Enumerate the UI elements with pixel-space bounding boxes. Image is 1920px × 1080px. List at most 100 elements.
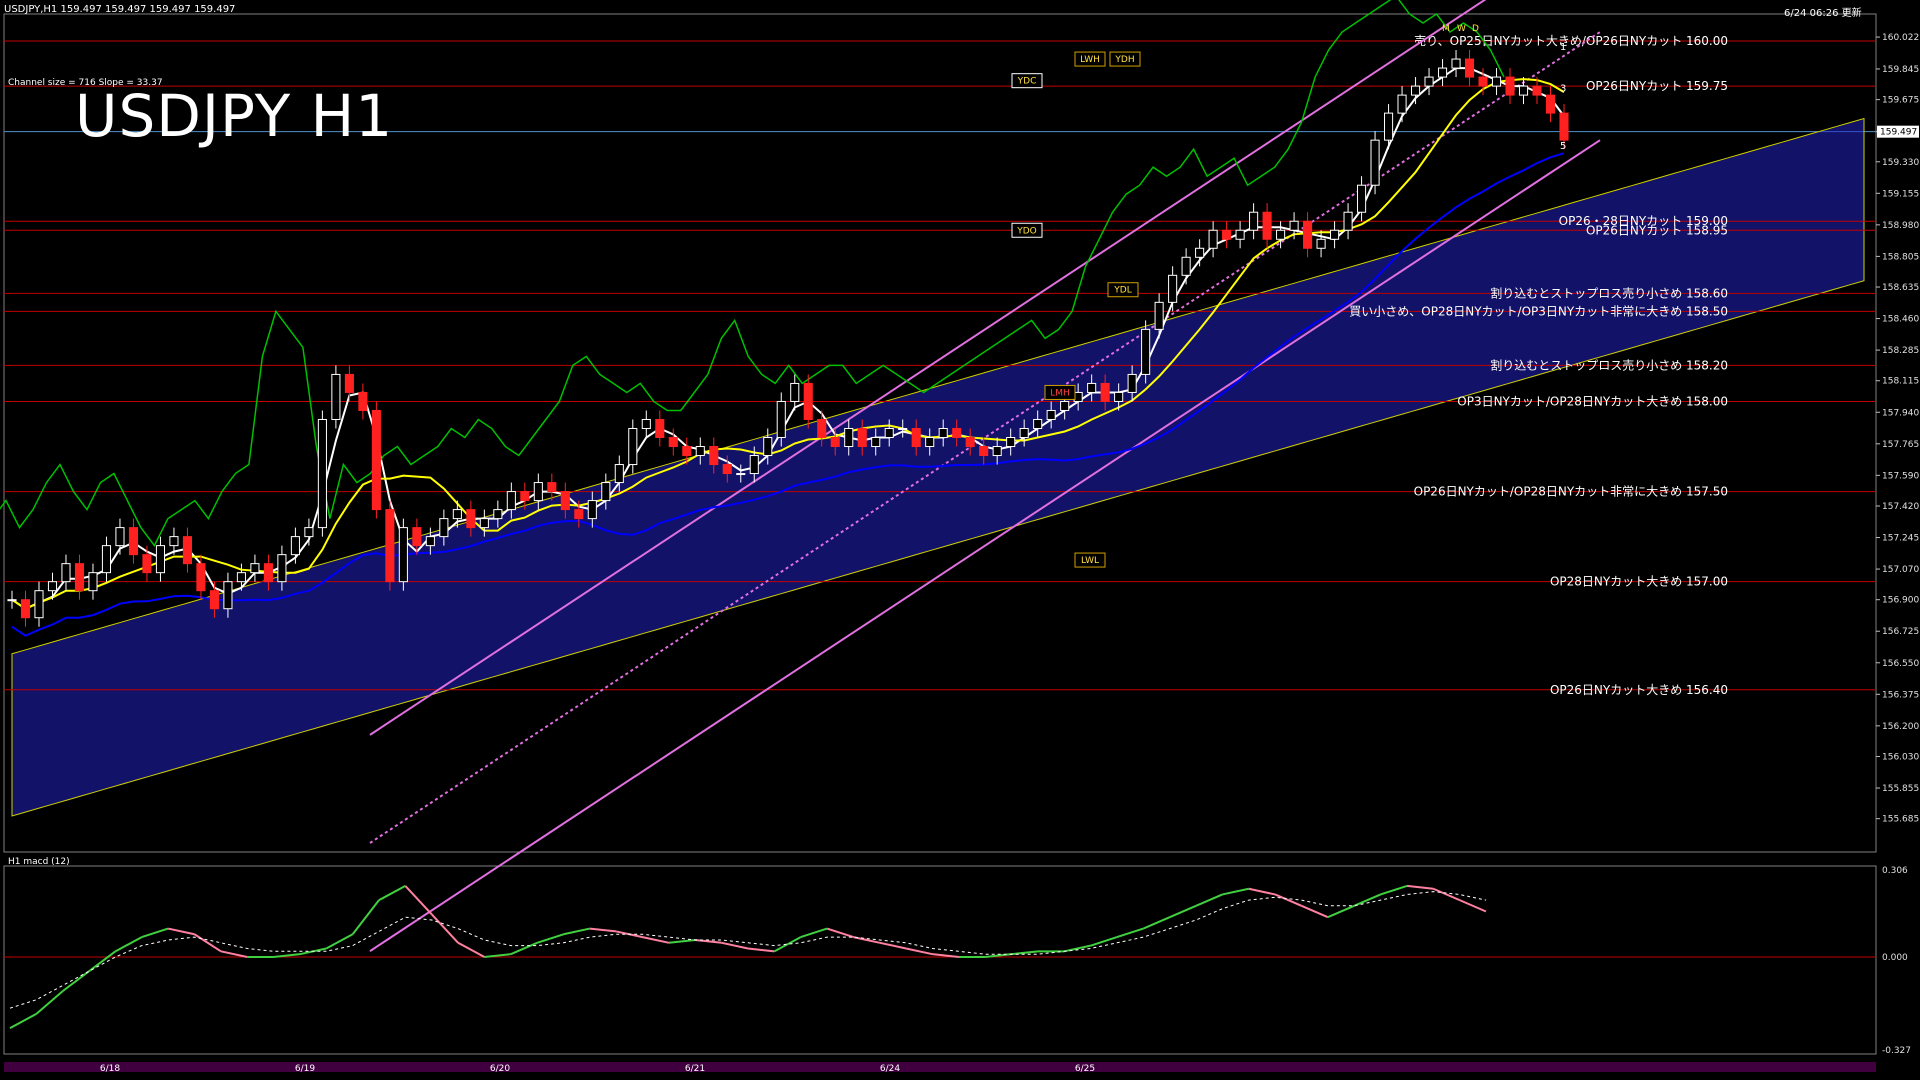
candle-body bbox=[722, 464, 732, 475]
candle-body bbox=[911, 427, 921, 448]
candle-body bbox=[1127, 373, 1137, 393]
candle-body bbox=[1437, 67, 1448, 78]
y-tick-label: 157.245 bbox=[1882, 534, 1919, 544]
annotation-label: OP26日NYカット 159.75 bbox=[1586, 79, 1728, 93]
price-chart[interactable]: 160.022 159.845 159.675 159.497 159.330 159.1… bbox=[0, 0, 1920, 1080]
candle-body bbox=[709, 446, 719, 466]
candle-body bbox=[776, 400, 786, 439]
level-label: YDO bbox=[1016, 226, 1037, 236]
macd-line-segment bbox=[1380, 884, 1408, 896]
y-tick-label: 158.980 bbox=[1882, 221, 1919, 231]
candle-body bbox=[1424, 76, 1434, 87]
macd-line-segment bbox=[1406, 884, 1434, 890]
candle-body bbox=[587, 500, 597, 520]
candle-body bbox=[196, 563, 206, 592]
candle-body bbox=[938, 427, 948, 439]
candle-body bbox=[1222, 229, 1232, 240]
candle-body bbox=[1397, 94, 1407, 114]
macd-title: H1 macd (12) bbox=[8, 857, 70, 867]
y-tick-label: 156.900 bbox=[1882, 596, 1919, 606]
macd-line-segment bbox=[167, 927, 195, 936]
candle-body bbox=[439, 518, 449, 538]
y-tick-label: 157.765 bbox=[1882, 440, 1919, 450]
macd-line-segment bbox=[9, 1013, 37, 1029]
candle-body bbox=[1478, 76, 1488, 87]
macd-line-segment bbox=[1327, 904, 1355, 919]
macd-line-segment bbox=[430, 913, 459, 944]
candle-body bbox=[682, 446, 692, 457]
candle-body bbox=[601, 482, 611, 502]
candle-body bbox=[1154, 301, 1164, 330]
candle-body bbox=[1276, 229, 1286, 240]
macd-y-tick-label: 0.306 bbox=[1882, 866, 1908, 876]
annotation-label: OP26日NYカット大きめ 156.40 bbox=[1550, 683, 1728, 697]
level-label: LWL bbox=[1081, 556, 1099, 566]
candle-body bbox=[1249, 211, 1259, 231]
y-tick-label: 158.460 bbox=[1882, 315, 1919, 325]
candle-body bbox=[344, 373, 354, 393]
macd-line-segment bbox=[510, 941, 538, 956]
candle-body bbox=[1289, 220, 1299, 231]
macd-plot-frame bbox=[3, 865, 1877, 1055]
candle-body bbox=[115, 527, 125, 547]
candle-body bbox=[520, 491, 530, 502]
candle-body bbox=[1235, 229, 1245, 240]
candle-body bbox=[1330, 229, 1340, 240]
candle-body bbox=[304, 527, 314, 538]
candle-body bbox=[844, 427, 854, 448]
macd-line-segment bbox=[378, 885, 406, 902]
macd-line-segment bbox=[457, 941, 485, 958]
annotation-label: OP28日NYカット大きめ 157.00 bbox=[1550, 575, 1728, 589]
macd-line-segment bbox=[193, 933, 222, 953]
y-tick-label: 156.375 bbox=[1882, 690, 1919, 700]
macd-line-segment bbox=[141, 927, 169, 939]
candle-body bbox=[506, 491, 516, 511]
level-label: LMH bbox=[1050, 388, 1070, 398]
candle-body bbox=[1518, 85, 1529, 96]
y-tick-label: 157.590 bbox=[1882, 471, 1919, 481]
macd-line-segment bbox=[88, 950, 117, 973]
y-tick-label: 159.330 bbox=[1882, 158, 1919, 168]
candle-body bbox=[61, 563, 71, 583]
candle-body bbox=[250, 563, 260, 574]
macd-line-segment bbox=[1142, 916, 1171, 930]
macd-line-segment bbox=[879, 941, 907, 950]
annotation-label: 割り込むとストップロス売り小さめ 158.20 bbox=[1490, 357, 1728, 372]
macd-signal-line bbox=[9, 891, 1487, 1009]
level-label: YDL bbox=[1113, 286, 1131, 296]
current-price-label: 159.497 bbox=[1880, 128, 1917, 138]
candle-body bbox=[1141, 328, 1151, 375]
candle-body bbox=[223, 581, 233, 610]
macd-line-segment bbox=[826, 927, 854, 939]
candle-body bbox=[1491, 76, 1502, 87]
candle-body bbox=[871, 437, 881, 448]
candle-body bbox=[209, 590, 219, 610]
y-tick-label: 156.550 bbox=[1882, 659, 1919, 669]
macd-line-segment bbox=[800, 927, 828, 939]
x-tick-label: 6/20 bbox=[490, 1064, 510, 1074]
candle-body bbox=[952, 427, 962, 439]
level-label: YDC bbox=[1017, 77, 1037, 87]
candle-body bbox=[398, 527, 408, 583]
macd-line-segment bbox=[589, 927, 617, 933]
candle-body bbox=[412, 527, 422, 547]
y-tick-label: 159.845 bbox=[1882, 65, 1919, 75]
macd-line-segment bbox=[351, 899, 380, 935]
y-tick-label: 157.420 bbox=[1882, 502, 1919, 512]
candle-body bbox=[898, 427, 908, 430]
macd-y-tick-label: -0.327 bbox=[1882, 1046, 1911, 1056]
candle-body bbox=[857, 427, 867, 448]
candle-body bbox=[641, 418, 651, 429]
macd-line-segment bbox=[773, 936, 802, 953]
y-tick-label: 155.685 bbox=[1882, 815, 1919, 825]
candle-body bbox=[466, 509, 476, 529]
symbol-ohlc-line: USDJPY,H1 159.497 159.497 159.497 159.49… bbox=[4, 4, 236, 15]
candle-body bbox=[1343, 211, 1353, 231]
y-tick-label: 158.115 bbox=[1882, 377, 1919, 387]
candle-body bbox=[574, 509, 584, 520]
y-tick-label: 156.200 bbox=[1882, 722, 1919, 732]
y-tick-label: 156.725 bbox=[1882, 627, 1919, 637]
x-tick-label: 6/19 bbox=[295, 1064, 315, 1074]
candle-body bbox=[803, 382, 813, 420]
macd-line-segment bbox=[1116, 927, 1144, 939]
